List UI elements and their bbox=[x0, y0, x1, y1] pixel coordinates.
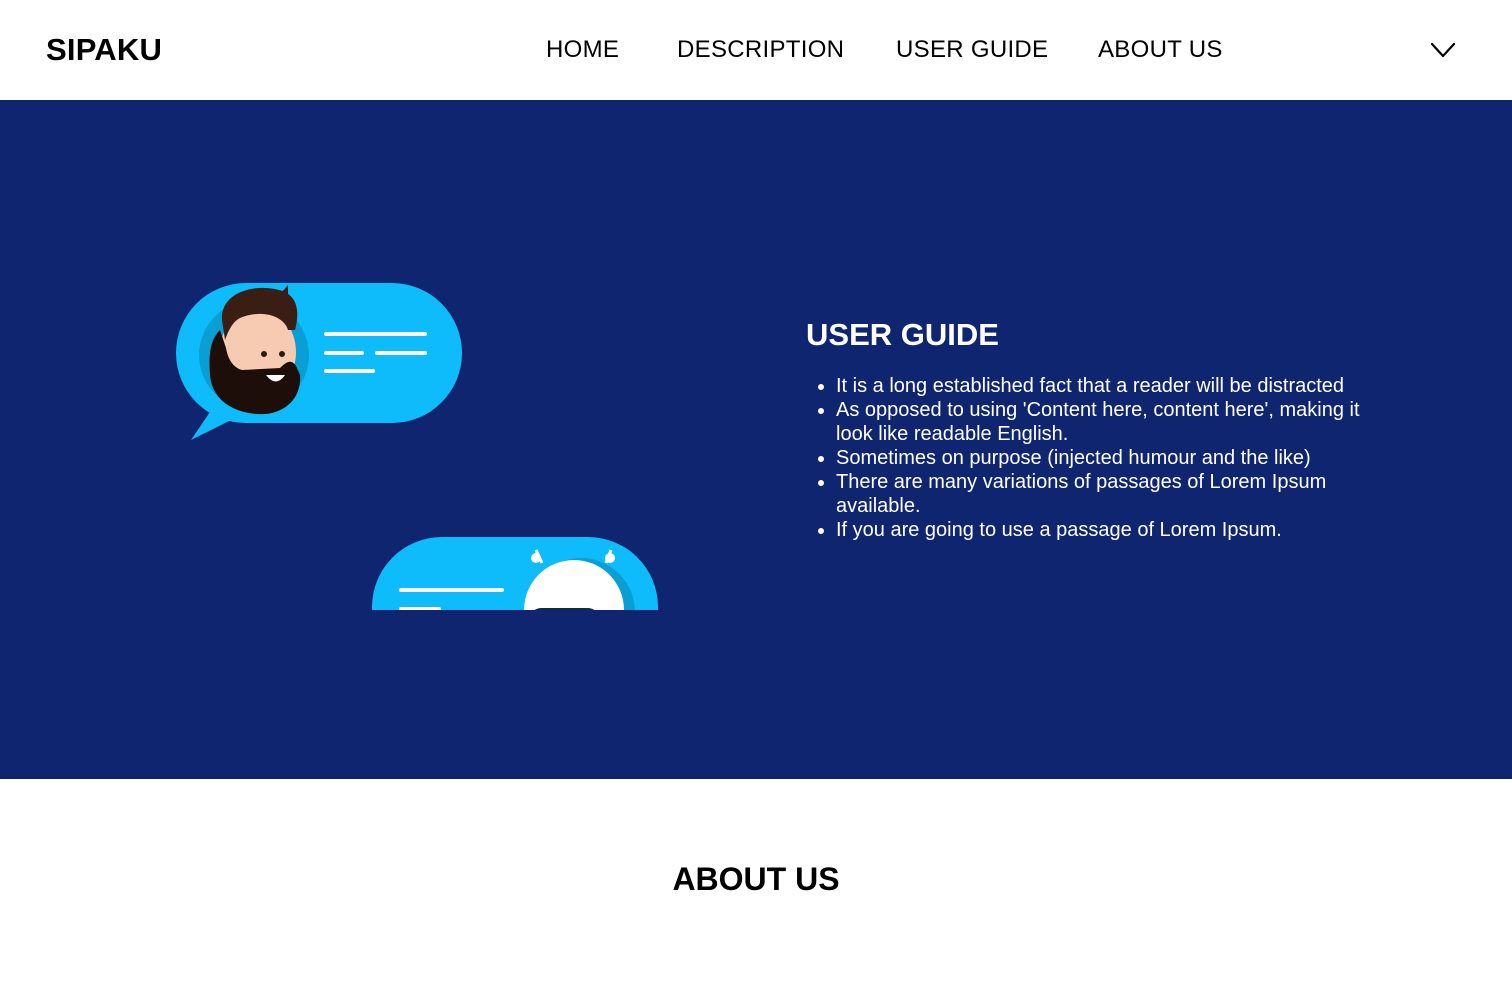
brand-logo[interactable]: SIPAKU bbox=[46, 31, 162, 69]
nav-about-us[interactable]: ABOUT US bbox=[1098, 36, 1223, 64]
user-guide-title: USER GUIDE bbox=[806, 317, 999, 352]
user-guide-section: USER GUIDE It is a long established fact… bbox=[0, 100, 1512, 779]
list-item: Sometimes on purpose (injected humour an… bbox=[836, 446, 1396, 470]
chevron-down-icon[interactable] bbox=[1428, 37, 1458, 63]
about-us-title: ABOUT US bbox=[672, 861, 840, 897]
list-item: If you are going to use a passage of Lor… bbox=[836, 518, 1396, 542]
user-guide-content: USER GUIDE It is a long established fact… bbox=[806, 315, 1406, 542]
nav-description[interactable]: DESCRIPTION bbox=[677, 36, 844, 64]
chat-illustration bbox=[176, 283, 658, 610]
list-item: It is a long established fact that a rea… bbox=[836, 374, 1396, 398]
list-item: There are many variations of passages of… bbox=[836, 470, 1396, 518]
navbar: SIPAKU HOME DESCRIPTION USER GUIDE ABOUT… bbox=[0, 0, 1512, 100]
nav-home[interactable]: HOME bbox=[546, 36, 619, 64]
user-guide-list: It is a long established fact that a rea… bbox=[806, 374, 1396, 542]
list-item: As opposed to using 'Content here, conte… bbox=[836, 398, 1396, 446]
about-us-section: ABOUT US bbox=[0, 779, 1512, 982]
nav-user-guide[interactable]: USER GUIDE bbox=[896, 36, 1048, 64]
